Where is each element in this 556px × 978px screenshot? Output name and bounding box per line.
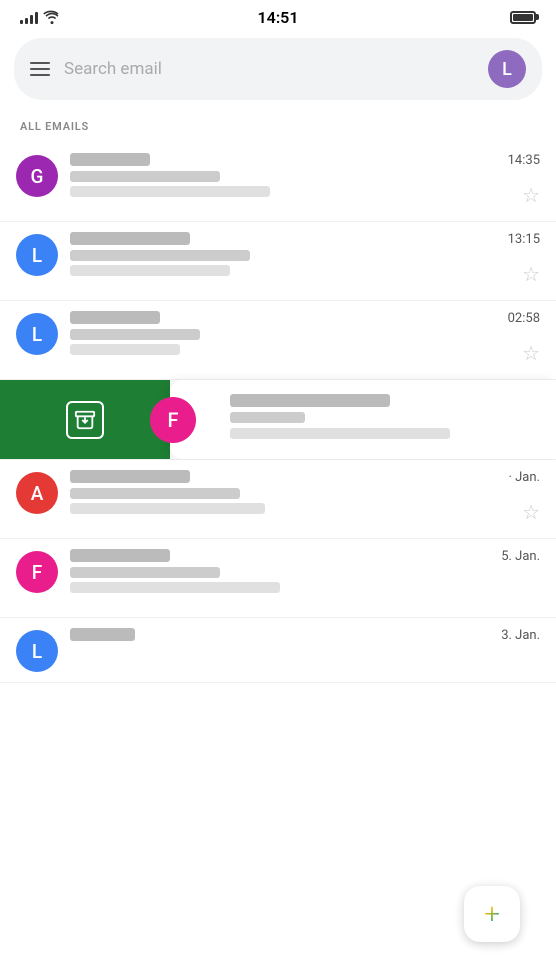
email-preview xyxy=(70,344,180,355)
email-content: · Jan. xyxy=(70,470,540,514)
email-preview xyxy=(70,186,270,197)
avatar: F xyxy=(16,551,58,593)
avatar: G xyxy=(16,155,58,197)
bar3 xyxy=(30,15,33,24)
avatar: L xyxy=(16,234,58,276)
email-body xyxy=(70,171,540,197)
star-button[interactable]: ☆ xyxy=(522,183,540,207)
email-item[interactable]: A · Jan. ☆ xyxy=(0,460,556,539)
time-display: 14:51 xyxy=(258,8,299,27)
email-item[interactable]: G 14:35 ☆ xyxy=(0,143,556,222)
email-time: 14:35 xyxy=(508,153,540,168)
email-preview xyxy=(70,582,280,593)
email-body xyxy=(70,250,540,276)
swiped-email-body xyxy=(230,394,540,439)
email-time: 5. Jan. xyxy=(501,549,540,564)
email-content: 3. Jan. xyxy=(70,628,540,646)
email-sender xyxy=(70,153,150,166)
email-body xyxy=(70,567,540,593)
star-button[interactable]: ☆ xyxy=(522,500,540,524)
bar2 xyxy=(25,18,28,24)
avatar-f: F xyxy=(150,397,196,443)
swipe-archive-action[interactable] xyxy=(0,380,170,459)
avatar: A xyxy=(16,472,58,514)
compose-icon: + xyxy=(484,900,500,928)
email-time: · Jan. xyxy=(509,470,540,485)
email-content: 13:15 xyxy=(70,232,540,276)
search-placeholder[interactable]: Search email xyxy=(64,59,474,79)
email-content: 14:35 xyxy=(70,153,540,197)
battery-fill xyxy=(513,14,533,21)
email-subject xyxy=(230,412,305,423)
battery-group xyxy=(510,11,536,24)
email-content: 5. Jan. xyxy=(70,549,540,593)
bar1 xyxy=(20,20,23,24)
email-top: 02:58 xyxy=(70,311,540,326)
email-item[interactable]: L 13:15 ☆ xyxy=(0,222,556,301)
email-subject xyxy=(70,250,250,261)
email-sender xyxy=(70,549,170,562)
email-sender xyxy=(230,394,390,407)
email-preview xyxy=(230,428,450,439)
email-time: 13:15 xyxy=(508,232,540,247)
section-header: ALL EMAILS xyxy=(0,114,556,143)
signal-group xyxy=(20,10,61,24)
email-top: 13:15 xyxy=(70,232,540,247)
email-top: · Jan. xyxy=(70,470,540,485)
email-sender xyxy=(70,470,190,483)
star-button[interactable]: ☆ xyxy=(522,341,540,365)
email-subject xyxy=(70,329,200,340)
search-bar[interactable]: Search email L xyxy=(14,38,542,100)
email-subject xyxy=(70,171,220,182)
hamburger-line1 xyxy=(30,62,50,64)
email-item[interactable]: L 3. Jan. xyxy=(0,618,556,683)
avatar: L xyxy=(16,630,58,672)
archive-icon xyxy=(66,401,104,439)
email-item-swiped[interactable]: F xyxy=(0,380,556,460)
email-sender xyxy=(70,628,135,641)
email-content: 02:58 xyxy=(70,311,540,355)
email-sender xyxy=(70,232,190,245)
email-subject xyxy=(70,488,240,499)
hamburger-line2 xyxy=(30,68,50,70)
email-preview xyxy=(70,265,230,276)
email-body xyxy=(70,329,540,355)
signal-strength xyxy=(20,10,38,24)
wifi-icon xyxy=(43,10,61,24)
hamburger-line3 xyxy=(30,74,50,76)
status-bar: 14:51 xyxy=(0,0,556,30)
swiped-email-content: F xyxy=(170,380,556,459)
email-sender xyxy=(70,311,160,324)
bar4 xyxy=(35,12,38,24)
email-item[interactable]: F 5. Jan. xyxy=(0,539,556,618)
star-button[interactable]: ☆ xyxy=(522,262,540,286)
email-top: 14:35 xyxy=(70,153,540,168)
email-list: G 14:35 ☆ L 13:15 ☆ xyxy=(0,143,556,683)
menu-button[interactable] xyxy=(30,62,50,76)
user-avatar[interactable]: L xyxy=(488,50,526,88)
email-item[interactable]: L 02:58 ☆ xyxy=(0,301,556,380)
avatar: L xyxy=(16,313,58,355)
email-time: 02:58 xyxy=(508,311,540,326)
email-subject xyxy=(70,567,220,578)
compose-fab[interactable]: + xyxy=(464,886,520,942)
battery-icon xyxy=(510,11,536,24)
email-preview xyxy=(70,503,265,514)
email-top: 5. Jan. xyxy=(70,549,540,564)
email-top: 3. Jan. xyxy=(70,628,540,643)
email-time: 3. Jan. xyxy=(501,628,540,643)
email-body xyxy=(70,488,540,514)
